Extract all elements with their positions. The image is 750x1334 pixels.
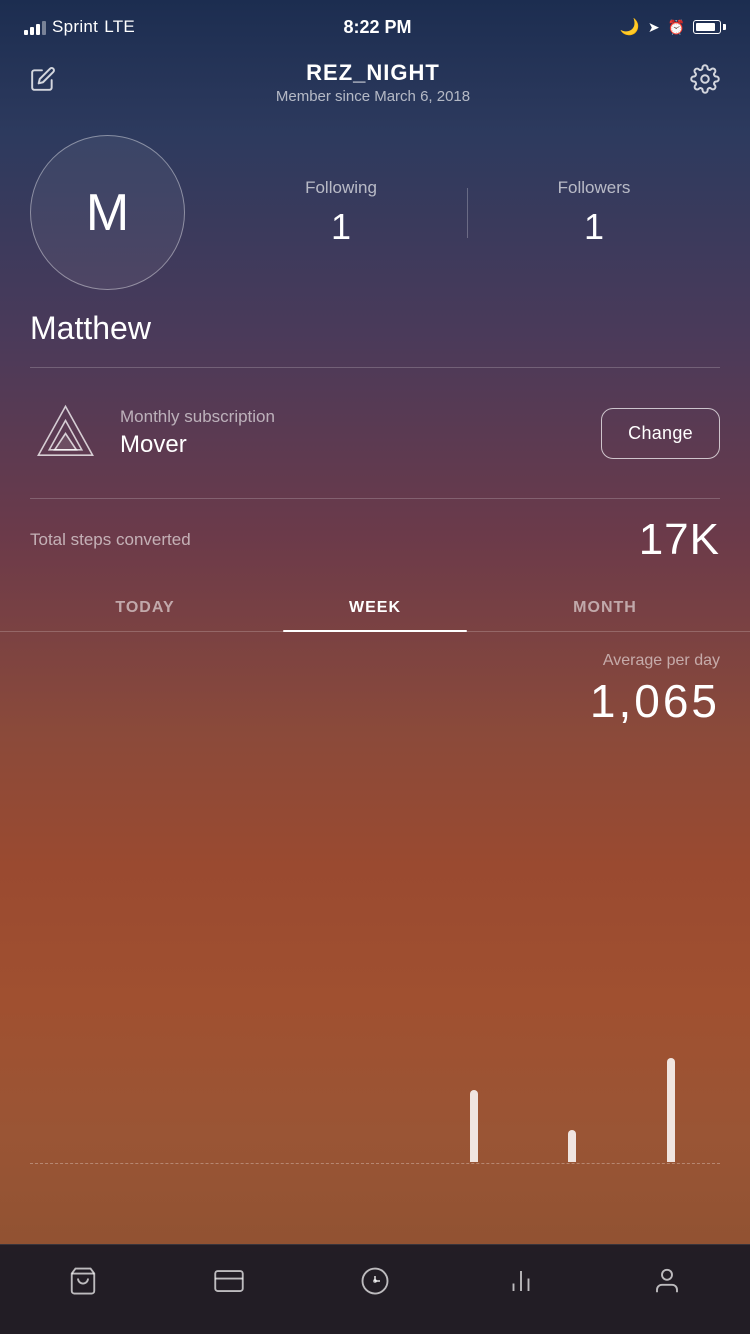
following-count: 1 (331, 206, 351, 248)
mover-icon (30, 398, 100, 468)
tab-today[interactable]: TODAY (30, 585, 260, 631)
average-value: 1,065 (30, 674, 720, 728)
avatar: M (30, 135, 185, 290)
location-icon: ➤ (648, 19, 660, 36)
signal-bar-1 (24, 30, 28, 35)
chart-area (0, 738, 750, 1244)
nav-wallet[interactable] (194, 1258, 264, 1311)
header-center: REZ_NIGHT Member since March 6, 2018 (276, 60, 470, 105)
profile-header: REZ_NIGHT Member since March 6, 2018 (0, 50, 750, 115)
status-time: 8:22 PM (343, 17, 411, 38)
tab-month[interactable]: MONTH (490, 585, 720, 631)
dashboard-icon (360, 1266, 390, 1303)
edit-icon[interactable] (30, 66, 56, 99)
average-section: Average per day 1,065 (0, 632, 750, 738)
subscription-label: Monthly subscription (120, 407, 581, 427)
signal-bars (24, 19, 46, 35)
following-stat[interactable]: Following 1 (215, 178, 467, 248)
change-subscription-button[interactable]: Change (601, 408, 720, 459)
nav-chart[interactable] (486, 1258, 556, 1311)
settings-icon[interactable] (690, 64, 720, 101)
chart-dotted-line (30, 1163, 720, 1164)
chart-bar-7 (667, 1058, 675, 1162)
nav-profile[interactable] (632, 1258, 702, 1311)
username: REZ_NIGHT (276, 60, 470, 86)
profile-icon (652, 1266, 682, 1303)
signal-bar-3 (36, 24, 40, 35)
chart-bar-6 (568, 1130, 576, 1162)
nav-dashboard[interactable] (340, 1258, 410, 1311)
subscription-section: Monthly subscription Mover Change (0, 368, 750, 498)
status-bar: Sprint LTE 8:22 PM 🌙 ➤ ⏰ (0, 0, 750, 50)
followers-stat[interactable]: Followers 1 (468, 178, 720, 248)
followers-label: Followers (558, 178, 631, 198)
subscription-info: Monthly subscription Mover (120, 407, 581, 459)
shop-icon (68, 1266, 98, 1303)
signal-bar-2 (30, 27, 34, 35)
wallet-icon (214, 1266, 244, 1303)
carrier-name: Sprint (52, 17, 98, 37)
avatar-letter: M (86, 183, 129, 243)
network-type: LTE (104, 17, 135, 37)
subscription-name: Mover (120, 431, 581, 459)
chart-icon (506, 1266, 536, 1303)
tabs-section: TODAY WEEK MONTH (0, 585, 750, 632)
profile-section: M Following 1 Followers 1 (0, 115, 750, 300)
moon-icon: 🌙 (620, 17, 640, 37)
nav-shop[interactable] (48, 1258, 118, 1311)
status-right: 🌙 ➤ ⏰ (620, 17, 726, 37)
average-label: Average per day (30, 652, 720, 670)
profile-name: Matthew (0, 300, 750, 367)
status-left: Sprint LTE (24, 17, 135, 37)
chart-bars (30, 1002, 720, 1162)
steps-label: Total steps converted (30, 530, 191, 550)
member-since: Member since March 6, 2018 (276, 88, 470, 105)
battery-indicator (693, 20, 726, 34)
following-label: Following (305, 178, 377, 198)
tab-week[interactable]: WEEK (260, 585, 490, 631)
stats-section: Following 1 Followers 1 (215, 178, 720, 248)
steps-section: Total steps converted 17K (0, 499, 750, 585)
bottom-nav (0, 1244, 750, 1334)
signal-bar-4 (42, 21, 46, 35)
alarm-icon: ⏰ (668, 19, 685, 36)
followers-count: 1 (584, 206, 604, 248)
steps-value: 17K (639, 515, 720, 565)
chart-bar-5 (470, 1090, 478, 1162)
